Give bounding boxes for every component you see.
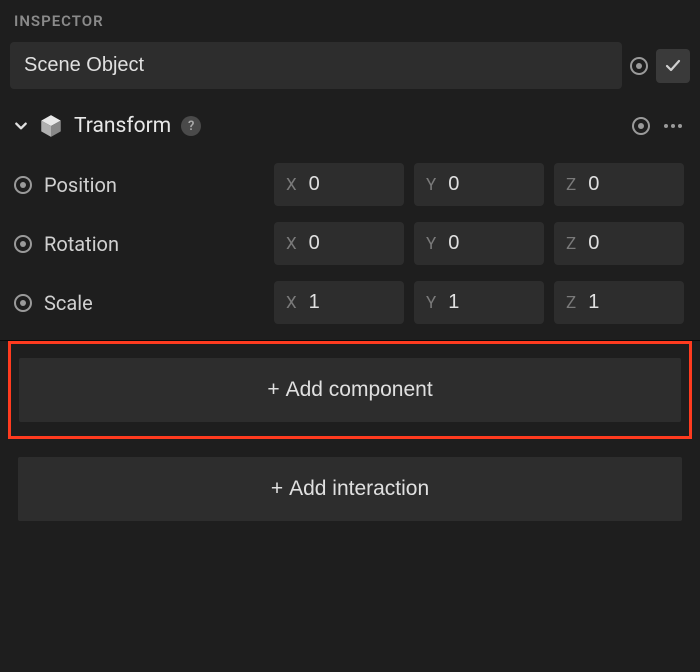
- scale-x-field[interactable]: X: [274, 281, 404, 324]
- axis-x-label: X: [286, 234, 297, 254]
- help-icon[interactable]: ?: [181, 116, 201, 136]
- position-x-input[interactable]: [309, 173, 392, 196]
- transform-cube-icon: [38, 113, 64, 139]
- scale-label: Scale: [44, 291, 264, 315]
- more-icon[interactable]: [660, 120, 686, 132]
- transform-title: Transform: [74, 114, 171, 138]
- add-interaction-label: Add interaction: [289, 477, 429, 501]
- transform-header[interactable]: Transform ?: [10, 107, 690, 155]
- position-x-field[interactable]: X: [274, 163, 404, 206]
- add-component-highlight: + Add component: [8, 341, 692, 439]
- scale-z-input[interactable]: [588, 291, 672, 314]
- panel-title: INSPECTOR: [10, 12, 690, 30]
- rotation-y-input[interactable]: [448, 232, 532, 255]
- axis-x-label: X: [286, 293, 297, 313]
- axis-x-label: X: [286, 175, 297, 195]
- rotation-z-input[interactable]: [588, 232, 672, 255]
- position-y-input[interactable]: [448, 173, 532, 196]
- position-z-input[interactable]: [588, 173, 672, 196]
- scale-keyframe-toggle[interactable]: [14, 294, 32, 312]
- axis-z-label: Z: [566, 293, 576, 313]
- object-name-input[interactable]: [10, 42, 622, 89]
- rotation-label: Rotation: [44, 232, 264, 256]
- rotation-x-input[interactable]: [309, 232, 392, 255]
- add-component-label: Add component: [286, 378, 433, 402]
- position-label: Position: [44, 173, 264, 197]
- axis-y-label: Y: [426, 175, 436, 195]
- rotation-x-field[interactable]: X: [274, 222, 404, 265]
- axis-y-label: Y: [426, 234, 436, 254]
- scale-row: Scale X Y Z: [10, 273, 690, 332]
- scale-z-field[interactable]: Z: [554, 281, 684, 324]
- object-visibility-toggle[interactable]: [630, 57, 648, 75]
- position-keyframe-toggle[interactable]: [14, 176, 32, 194]
- axis-y-label: Y: [426, 293, 436, 313]
- object-confirm-button[interactable]: [656, 49, 690, 83]
- object-header-row: [10, 42, 690, 89]
- rotation-keyframe-toggle[interactable]: [14, 235, 32, 253]
- check-icon: [665, 58, 681, 74]
- transform-visibility-toggle[interactable]: [632, 117, 650, 135]
- position-row: Position X Y Z: [10, 155, 690, 214]
- axis-z-label: Z: [566, 175, 576, 195]
- rotation-y-field[interactable]: Y: [414, 222, 544, 265]
- chevron-down-icon: [14, 119, 28, 133]
- add-interaction-button[interactable]: + Add interaction: [18, 457, 682, 521]
- scale-y-field[interactable]: Y: [414, 281, 544, 324]
- position-z-field[interactable]: Z: [554, 163, 684, 206]
- plus-icon: +: [267, 378, 279, 402]
- axis-z-label: Z: [566, 234, 576, 254]
- rotation-row: Rotation X Y Z: [10, 214, 690, 273]
- add-component-button[interactable]: + Add component: [19, 358, 681, 422]
- rotation-z-field[interactable]: Z: [554, 222, 684, 265]
- plus-icon: +: [271, 477, 283, 501]
- scale-x-input[interactable]: [309, 291, 392, 314]
- scale-y-input[interactable]: [448, 291, 532, 314]
- position-y-field[interactable]: Y: [414, 163, 544, 206]
